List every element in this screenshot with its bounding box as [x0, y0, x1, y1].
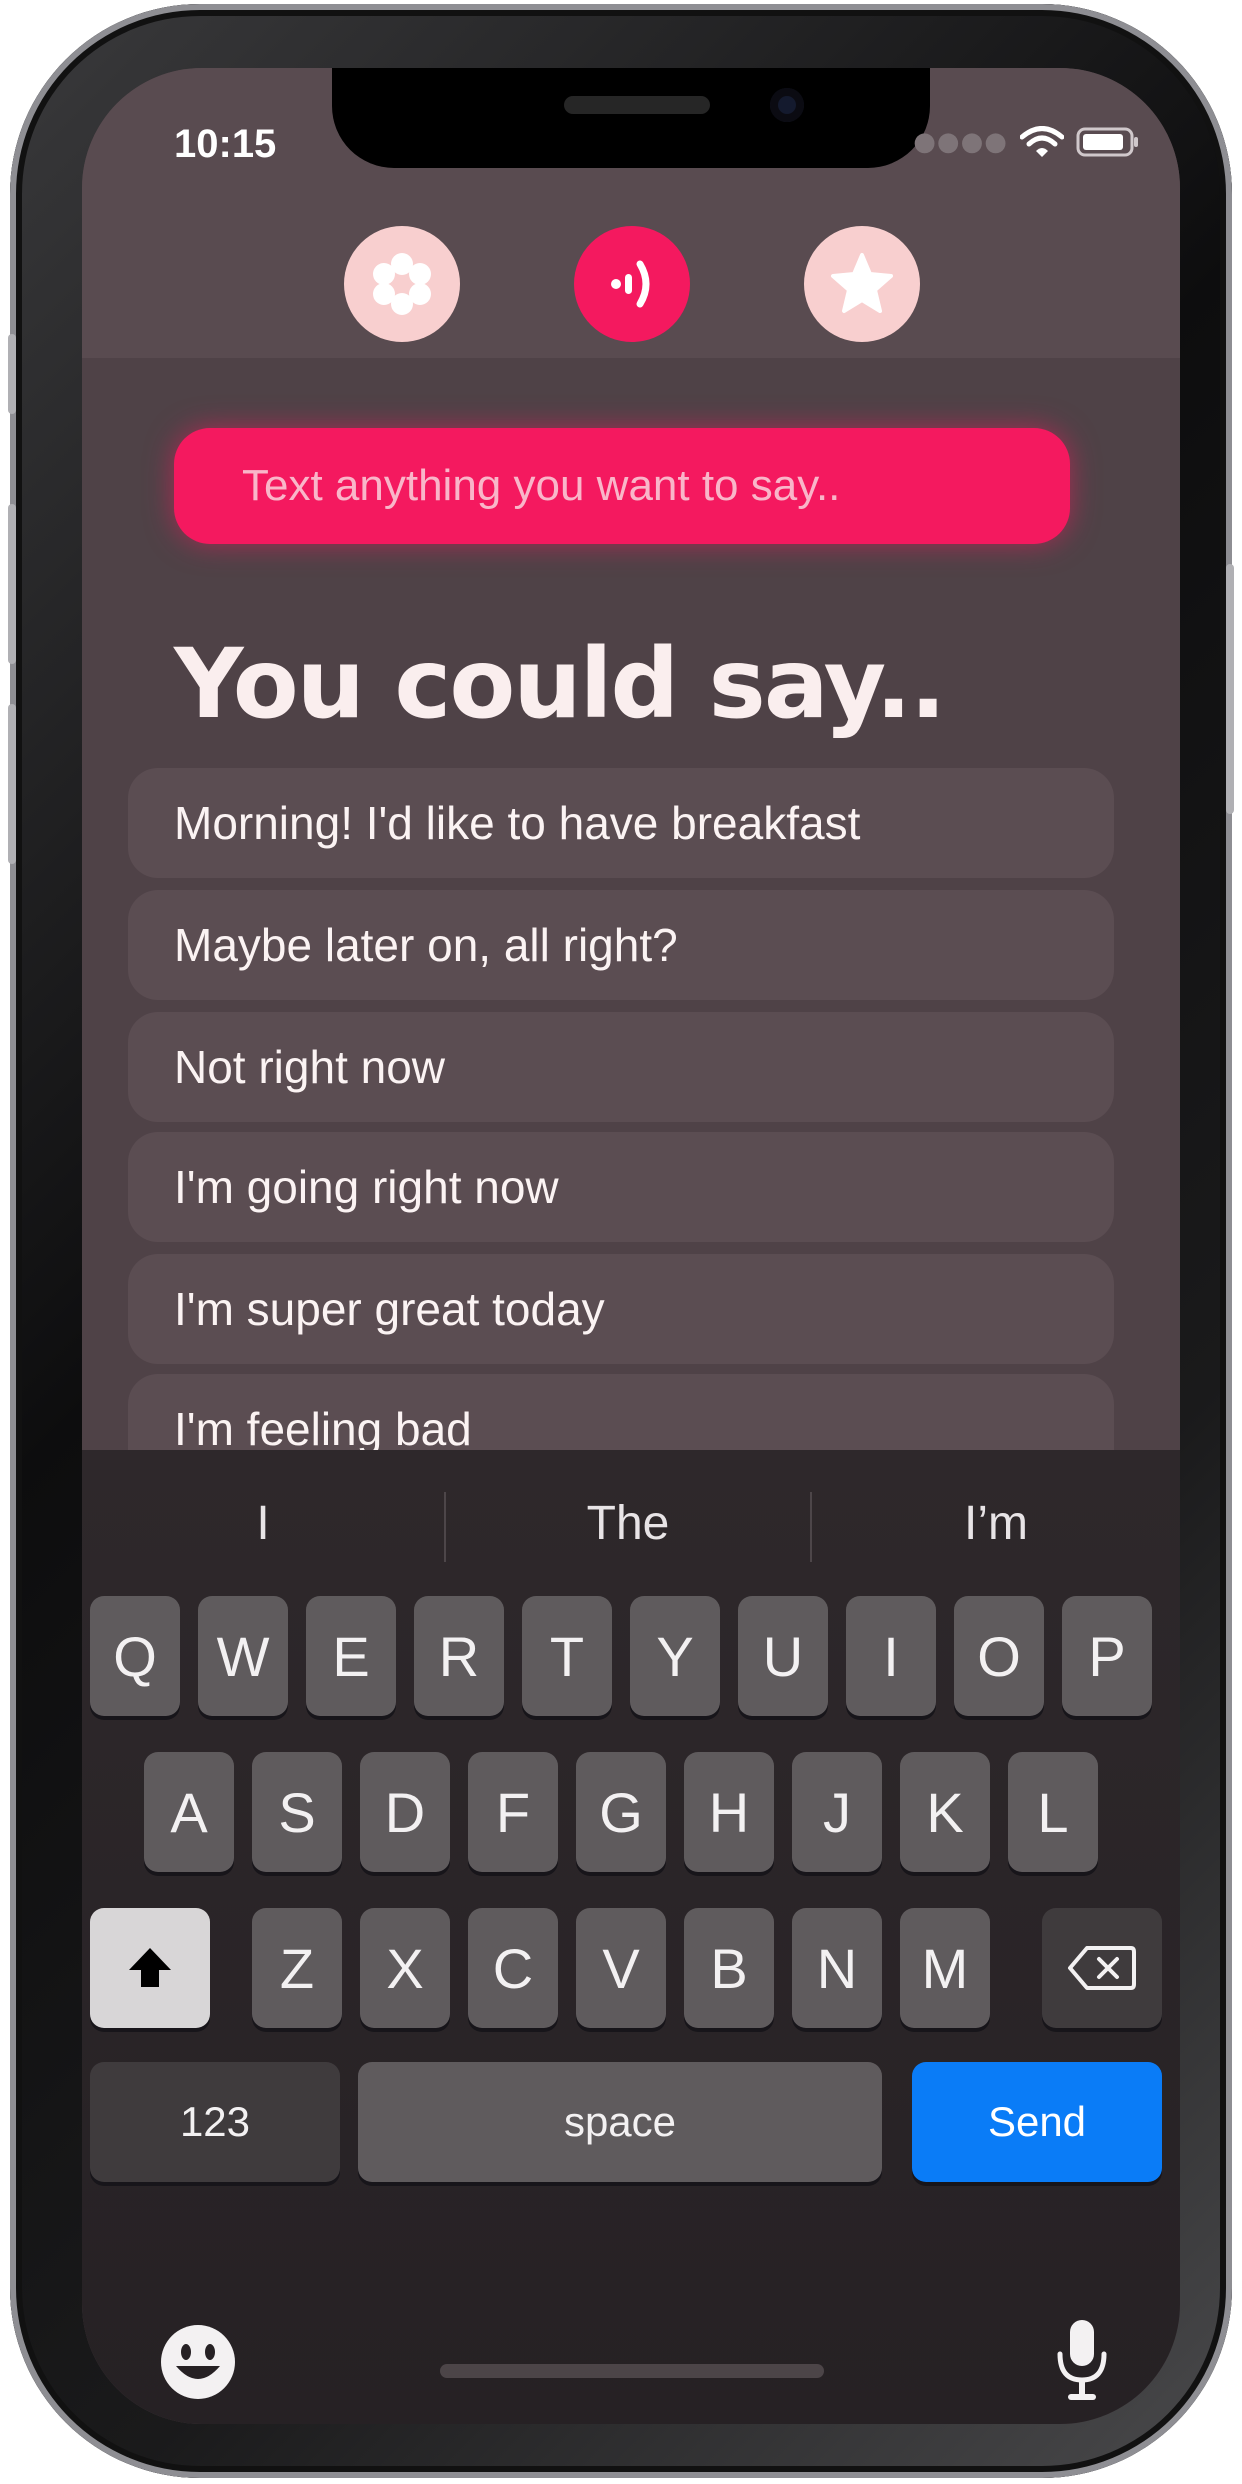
flower-icon — [373, 253, 431, 315]
speaker-grille — [564, 96, 710, 114]
suggestion-1[interactable]: I — [82, 1450, 444, 1596]
send-key[interactable]: Send — [912, 2062, 1162, 2182]
key-h[interactable]: H — [684, 1752, 774, 1872]
phone-frame: 10:15 ●●●● Text anything you want to say… — [8, 4, 1234, 2478]
key-p[interactable]: P — [1062, 1596, 1152, 1716]
key-o[interactable]: O — [954, 1596, 1044, 1716]
shift-key[interactable] — [90, 1908, 210, 2028]
numbers-key[interactable]: 123 — [90, 2062, 340, 2182]
phrase-item[interactable]: Maybe later on, all right? — [128, 890, 1114, 1000]
notch — [332, 68, 930, 168]
key-y[interactable]: Y — [630, 1596, 720, 1716]
key-m[interactable]: M — [900, 1908, 990, 2028]
key-i[interactable]: I — [846, 1596, 936, 1716]
phrase-label: I'm super great today — [174, 1283, 605, 1335]
key-n[interactable]: N — [792, 1908, 882, 2028]
phrase-item[interactable]: I'm going right now — [128, 1132, 1114, 1242]
phrase-item[interactable]: Morning! I'd like to have breakfast — [128, 768, 1114, 878]
battery-icon — [1076, 127, 1138, 157]
key-w[interactable]: W — [198, 1596, 288, 1716]
phrase-label: Maybe later on, all right? — [174, 919, 678, 971]
message-input[interactable]: Text anything you want to say.. — [174, 428, 1070, 544]
dictation-button[interactable] — [1052, 2316, 1112, 2406]
key-z[interactable]: Z — [252, 1908, 342, 2028]
suggestion-3[interactable]: I’m — [812, 1450, 1180, 1596]
mute-switch — [8, 334, 16, 414]
wifi-icon — [1020, 126, 1064, 157]
backspace-key[interactable] — [1042, 1908, 1162, 2028]
power-button — [1226, 564, 1234, 814]
predictive-bar: I The I’m — [82, 1450, 1180, 1596]
key-d[interactable]: D — [360, 1752, 450, 1872]
volume-up-button — [8, 504, 16, 664]
key-j[interactable]: J — [792, 1752, 882, 1872]
key-q[interactable]: Q — [90, 1596, 180, 1716]
phrase-label: I'm feeling bad — [174, 1403, 472, 1455]
phrase-item[interactable]: Not right now — [128, 1012, 1114, 1122]
phrase-label: Morning! I'd like to have breakfast — [174, 797, 861, 849]
key-r[interactable]: R — [414, 1596, 504, 1716]
suggestion-2[interactable]: The — [446, 1450, 810, 1596]
backspace-icon — [1068, 1946, 1136, 1990]
key-b[interactable]: B — [684, 1908, 774, 2028]
phrase-label: I'm going right now — [174, 1161, 559, 1213]
key-a[interactable]: A — [144, 1752, 234, 1872]
flower-button[interactable] — [344, 226, 460, 342]
speak-button[interactable] — [574, 226, 690, 342]
phrase-label: Not right now — [174, 1041, 446, 1093]
front-camera — [770, 88, 804, 122]
signal-dots-icon: ●●●● — [913, 127, 1008, 157]
message-input-placeholder: Text anything you want to say.. — [242, 461, 841, 510]
shift-arrow-icon — [129, 1948, 171, 1987]
key-c[interactable]: C — [468, 1908, 558, 2028]
key-v[interactable]: V — [576, 1908, 666, 2028]
key-g[interactable]: G — [576, 1752, 666, 1872]
keyboard: I The I’m Q W E R T Y U I O P A S D F G … — [82, 1450, 1180, 2424]
key-t[interactable]: T — [522, 1596, 612, 1716]
key-k[interactable]: K — [900, 1752, 990, 1872]
suggestions-heading: You could say.. — [174, 628, 946, 740]
key-s[interactable]: S — [252, 1752, 342, 1872]
status-icons: ●●●● — [913, 126, 1140, 158]
key-e[interactable]: E — [306, 1596, 396, 1716]
star-icon — [831, 253, 893, 313]
key-l[interactable]: L — [1008, 1752, 1098, 1872]
key-u[interactable]: U — [738, 1596, 828, 1716]
emoji-icon — [161, 2325, 235, 2399]
status-time: 10:15 — [174, 122, 277, 166]
speaking-icon — [611, 260, 650, 308]
key-x[interactable]: X — [360, 1908, 450, 2028]
space-key[interactable]: space — [358, 2062, 882, 2182]
microphone-icon — [1057, 2320, 1107, 2400]
home-indicator[interactable] — [440, 2364, 824, 2378]
emoji-button[interactable] — [158, 2322, 238, 2402]
volume-down-button — [8, 704, 16, 864]
screen: 10:15 ●●●● Text anything you want to say… — [82, 68, 1180, 2424]
key-f[interactable]: F — [468, 1752, 558, 1872]
favorites-button[interactable] — [804, 226, 920, 342]
phrase-item[interactable]: I'm super great today — [128, 1254, 1114, 1364]
